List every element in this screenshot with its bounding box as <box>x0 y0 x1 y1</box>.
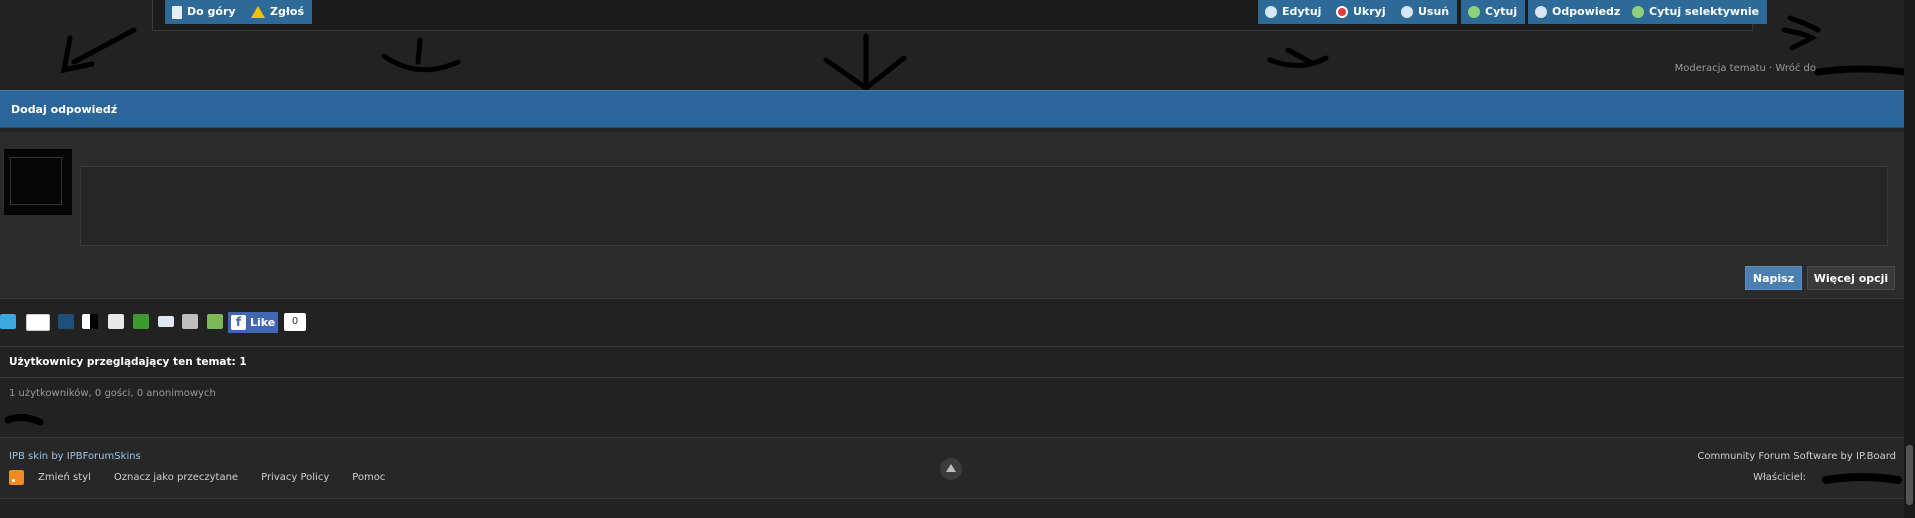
arrow-scribble <box>1285 47 1313 65</box>
facebook-like-label: Like <box>250 316 276 329</box>
change-style-link[interactable]: Zmień styl <box>38 472 91 483</box>
reply-area: Napisz Więcej opcji <box>0 132 1904 299</box>
redaction-scribble <box>1814 65 1909 76</box>
redaction-scribble <box>1822 473 1902 484</box>
delicious-icon[interactable] <box>82 314 98 329</box>
submit-reply-button[interactable]: Napisz <box>1745 266 1802 290</box>
back-to-top-icon[interactable] <box>940 458 962 480</box>
facebook-like-count: 0 <box>284 313 306 331</box>
rss-icon[interactable] <box>9 470 24 485</box>
twitter-icon[interactable] <box>0 314 16 329</box>
arrow-scribble <box>415 37 423 65</box>
digg-icon[interactable] <box>58 314 74 329</box>
facebook-like-button[interactable]: f Like <box>228 312 278 333</box>
arrow-scribble <box>71 27 137 65</box>
email-icon[interactable] <box>158 316 174 327</box>
facebook-icon: f <box>231 315 246 330</box>
viewers-title: Użytkownicy przeglądający ten temat: 1 <box>9 356 247 368</box>
footer: IPB skin by IPBForumSkins Zmień styl Ozn… <box>0 437 1904 499</box>
arrow-scribble <box>1267 55 1329 68</box>
topic-moderation-links[interactable]: Moderacja tematu · Wróć do <box>1675 63 1816 74</box>
divider <box>0 377 1904 378</box>
stumbleupon-icon[interactable] <box>133 314 149 329</box>
arrow-scribble <box>1787 15 1821 33</box>
scrollbar[interactable] <box>1904 0 1915 518</box>
arrow-scribble <box>381 53 461 73</box>
mark-read-link[interactable]: Oznacz jako przeczytane <box>114 472 238 483</box>
more-options-button[interactable]: Więcej opcji <box>1807 266 1895 290</box>
google-plus-icon[interactable] <box>26 314 50 331</box>
privacy-policy-link[interactable]: Privacy Policy <box>261 472 329 483</box>
download-icon[interactable] <box>207 314 223 329</box>
reply-editor[interactable] <box>80 166 1888 246</box>
software-credit-link[interactable]: Community Forum Software by IP.Board <box>1697 451 1896 462</box>
reddit-icon[interactable] <box>108 314 124 329</box>
help-link[interactable]: Pomoc <box>352 472 385 483</box>
redaction-scribble <box>4 413 44 426</box>
skin-credit-link[interactable]: IPB skin by IPBForumSkins <box>9 451 141 462</box>
viewers-count: 1 użytkowników, 0 gości, 0 anonimowych <box>9 388 216 399</box>
owner-label: Właściciel: <box>1753 472 1806 483</box>
divider <box>0 346 1904 347</box>
print-icon[interactable] <box>182 314 198 329</box>
add-reply-header: Dodaj odpowiedź <box>0 90 1904 128</box>
scrollbar-thumb[interactable] <box>1906 445 1913 505</box>
avatar <box>4 149 72 215</box>
footer-links: Zmień styl Oznacz jako przeczytane Priva… <box>9 470 408 485</box>
arrow-scribble <box>1781 27 1817 51</box>
